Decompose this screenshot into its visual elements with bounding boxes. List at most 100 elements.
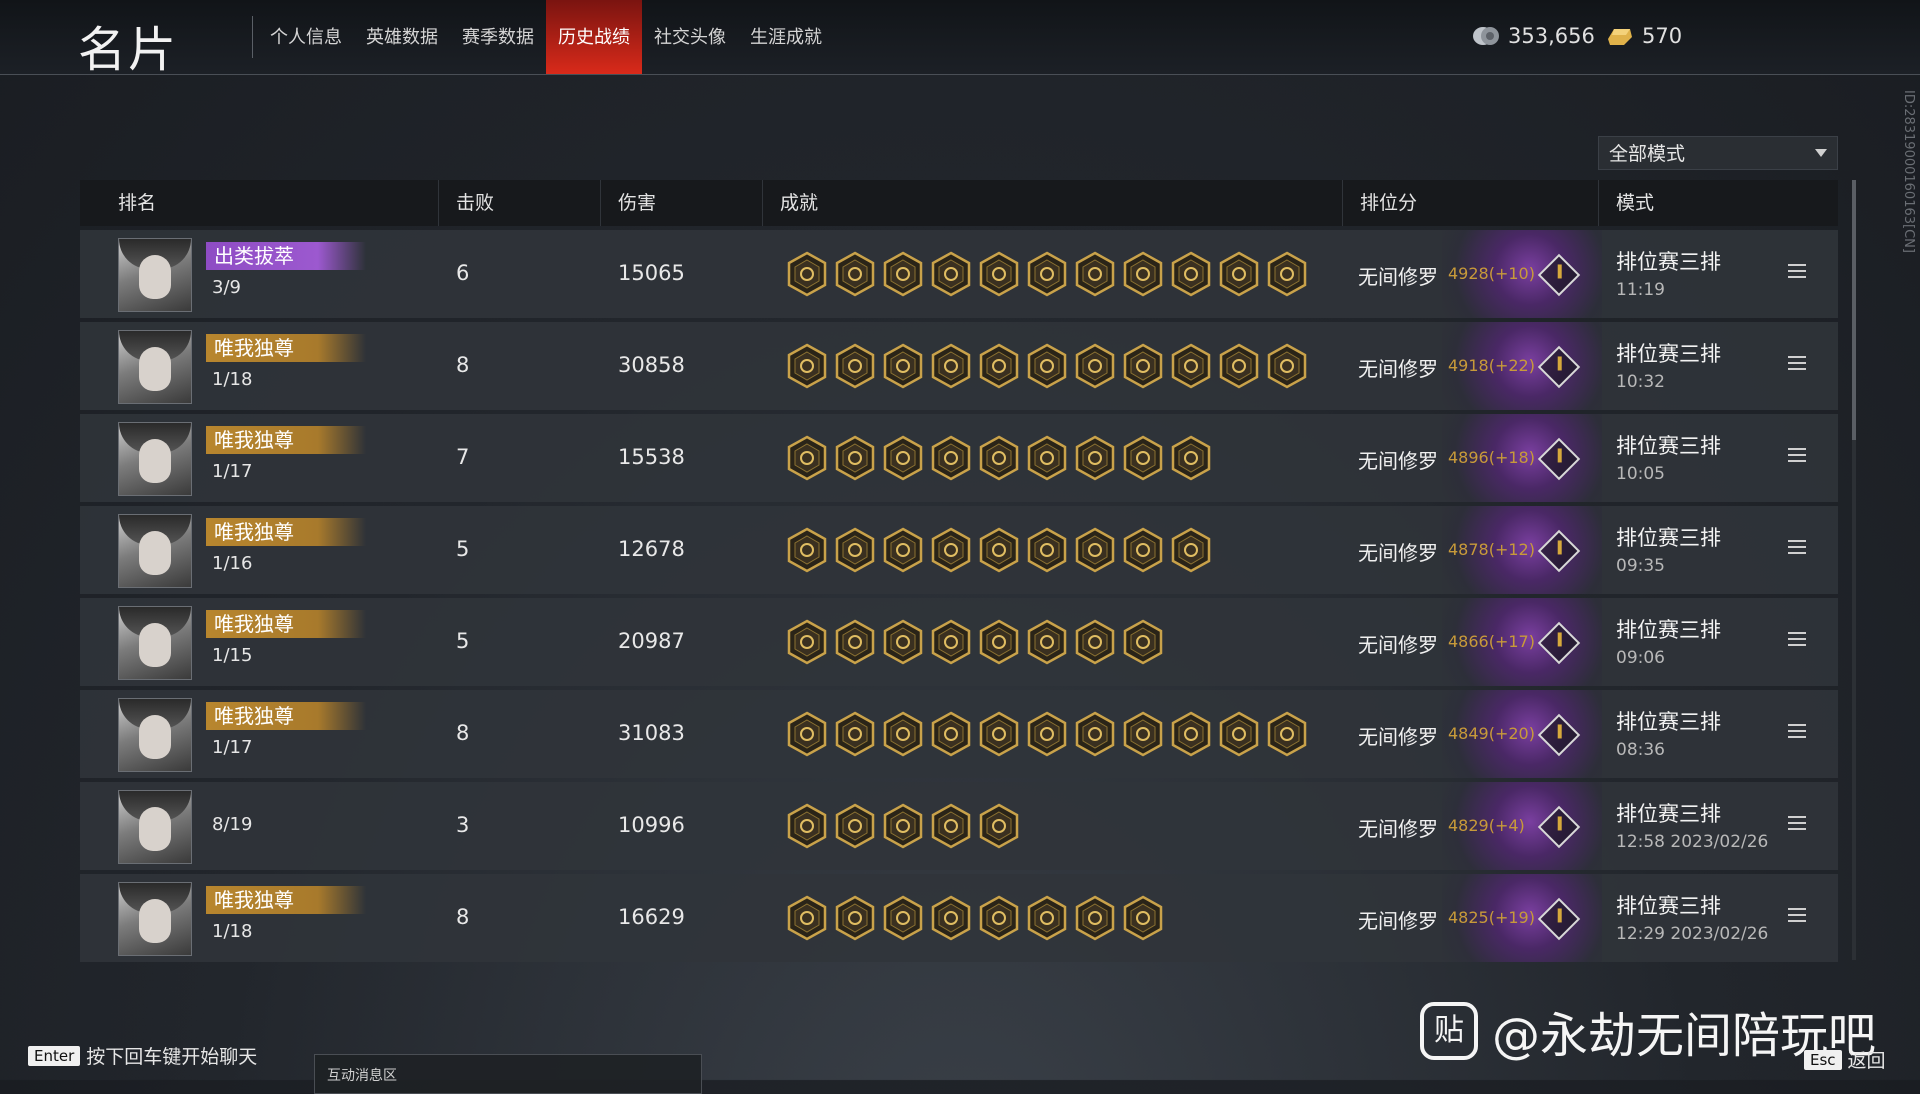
achievement-icon[interactable] xyxy=(882,619,924,665)
details-menu-icon[interactable] xyxy=(1788,356,1806,370)
tab-season-data[interactable]: 赛季数据 xyxy=(450,0,546,74)
achievement-icon[interactable] xyxy=(834,803,876,849)
achievement-icon[interactable] xyxy=(786,527,828,573)
achievement-icon[interactable] xyxy=(1026,343,1068,389)
achievement-icon[interactable] xyxy=(930,895,972,941)
details-menu-icon[interactable] xyxy=(1788,448,1806,462)
achievement-icon[interactable] xyxy=(1218,343,1260,389)
achievement-icon[interactable] xyxy=(978,619,1020,665)
mode-filter-dropdown[interactable]: 全部模式 xyxy=(1598,136,1838,170)
achievement-icon[interactable] xyxy=(1170,343,1212,389)
achievement-icon[interactable] xyxy=(930,343,972,389)
achievement-icon[interactable] xyxy=(978,895,1020,941)
achievement-icon[interactable] xyxy=(978,435,1020,481)
table-row[interactable]: 唯我独尊 1/18 8 30858 无间修罗 4918(+22) 排位赛三排 10:32 xyxy=(80,322,1838,410)
achievement-icon[interactable] xyxy=(1026,895,1068,941)
achievement-icon[interactable] xyxy=(1170,527,1212,573)
achievement-icon[interactable] xyxy=(834,619,876,665)
achievement-icon[interactable] xyxy=(882,803,924,849)
achievement-icon[interactable] xyxy=(1074,711,1116,757)
achievement-icon[interactable] xyxy=(1170,435,1212,481)
achievement-icon[interactable] xyxy=(882,343,924,389)
achievement-icon[interactable] xyxy=(834,251,876,297)
achievement-icon[interactable] xyxy=(882,527,924,573)
achievement-icon[interactable] xyxy=(930,619,972,665)
achievement-icon[interactable] xyxy=(930,527,972,573)
achievement-icon[interactable] xyxy=(882,895,924,941)
achievement-icon[interactable] xyxy=(1026,527,1068,573)
achievement-icon[interactable] xyxy=(1026,711,1068,757)
interaction-message-panel[interactable]: 互动消息区 xyxy=(314,1054,702,1094)
scrollbar-thumb[interactable] xyxy=(1852,180,1856,440)
achievement-icon[interactable] xyxy=(1266,343,1308,389)
table-row[interactable]: 唯我独尊 1/16 5 12678 无间修罗 4878(+12) 排位赛三排 09:35 xyxy=(80,506,1838,594)
achievement-icon[interactable] xyxy=(1122,619,1164,665)
achievement-icon[interactable] xyxy=(1122,527,1164,573)
achievement-icon[interactable] xyxy=(1170,251,1212,297)
achievement-icon[interactable] xyxy=(882,435,924,481)
achievement-icon[interactable] xyxy=(834,895,876,941)
achievement-icon[interactable] xyxy=(1026,435,1068,481)
achievement-icon[interactable] xyxy=(978,711,1020,757)
details-menu-icon[interactable] xyxy=(1788,816,1806,830)
achievement-icon[interactable] xyxy=(930,803,972,849)
achievement-icon[interactable] xyxy=(786,435,828,481)
achievement-icon[interactable] xyxy=(930,251,972,297)
achievement-icon[interactable] xyxy=(978,251,1020,297)
achievement-icon[interactable] xyxy=(1122,251,1164,297)
achievement-icon[interactable] xyxy=(786,895,828,941)
details-menu-icon[interactable] xyxy=(1788,540,1806,554)
achievement-icon[interactable] xyxy=(1170,711,1212,757)
achievement-icon[interactable] xyxy=(786,619,828,665)
achievement-icon[interactable] xyxy=(1074,435,1116,481)
table-row[interactable]: 唯我独尊 1/15 5 20987 无间修罗 4866(+17) 排位赛三排 09:06 xyxy=(80,598,1838,686)
details-menu-icon[interactable] xyxy=(1788,908,1806,922)
achievement-icon[interactable] xyxy=(1074,895,1116,941)
details-menu-icon[interactable] xyxy=(1788,724,1806,738)
achievement-icon[interactable] xyxy=(1074,527,1116,573)
achievement-icon[interactable] xyxy=(1074,619,1116,665)
achievement-icon[interactable] xyxy=(1266,251,1308,297)
achievement-icon[interactable] xyxy=(786,803,828,849)
achievement-icon[interactable] xyxy=(834,711,876,757)
achievement-icon[interactable] xyxy=(834,435,876,481)
table-row[interactable]: 唯我独尊 1/18 8 16629 无间修罗 4825(+19) 排位赛三排 12:29 20… xyxy=(80,874,1838,962)
achievement-icon[interactable] xyxy=(1218,251,1260,297)
tab-social-avatar[interactable]: 社交头像 xyxy=(642,0,738,74)
achievement-icon[interactable] xyxy=(1026,619,1068,665)
achievement-icon[interactable] xyxy=(882,251,924,297)
achievement-icon[interactable] xyxy=(1122,435,1164,481)
achievement-icon[interactable] xyxy=(1074,343,1116,389)
achievement-icon[interactable] xyxy=(834,343,876,389)
achievement-icon[interactable] xyxy=(786,343,828,389)
details-menu-icon[interactable] xyxy=(1788,264,1806,278)
table-row[interactable]: 唯我独尊 1/17 7 15538 无间修罗 4896(+18) 排位赛三排 10:05 xyxy=(80,414,1838,502)
tab-career-achievements[interactable]: 生涯成就 xyxy=(738,0,834,74)
achievement-icon[interactable] xyxy=(1122,711,1164,757)
back-button[interactable]: Esc 返回 xyxy=(1804,1046,1886,1073)
achievement-icon[interactable] xyxy=(1026,251,1068,297)
achievement-icon[interactable] xyxy=(786,251,828,297)
table-row[interactable]: 出类拔萃 3/9 6 15065 无间修罗 4928(+10) 排位赛三排 11:19 xyxy=(80,230,1838,318)
achievement-icon[interactable] xyxy=(1122,895,1164,941)
details-menu-icon[interactable] xyxy=(1788,632,1806,646)
achievement-icon[interactable] xyxy=(786,711,828,757)
tab-hero-data[interactable]: 英雄数据 xyxy=(354,0,450,74)
tab-personal-info[interactable]: 个人信息 xyxy=(258,0,354,74)
tab-match-history[interactable]: 历史战绩 xyxy=(546,0,642,74)
achievement-icon[interactable] xyxy=(930,711,972,757)
achievement-icon[interactable] xyxy=(882,711,924,757)
achievement-icon[interactable] xyxy=(1218,711,1260,757)
chat-hint[interactable]: Enter 按下回车键开始聊天 xyxy=(28,1042,257,1069)
table-row[interactable]: 唯我独尊 1/17 8 31083 无间修罗 4849(+20) 排位赛三排 08:36 xyxy=(80,690,1838,778)
achievement-icon[interactable] xyxy=(834,527,876,573)
achievement-icon[interactable] xyxy=(978,803,1020,849)
achievement-icon[interactable] xyxy=(1074,251,1116,297)
table-row[interactable]: 8/19 3 10996 无间修罗 4829(+4) 排位赛三排 12:58 2023/02… xyxy=(80,782,1838,870)
achievement-icon[interactable] xyxy=(930,435,972,481)
achievement-icon[interactable] xyxy=(978,343,1020,389)
column-divider xyxy=(1598,180,1599,226)
achievement-icon[interactable] xyxy=(978,527,1020,573)
achievement-icon[interactable] xyxy=(1266,711,1308,757)
achievement-icon[interactable] xyxy=(1122,343,1164,389)
